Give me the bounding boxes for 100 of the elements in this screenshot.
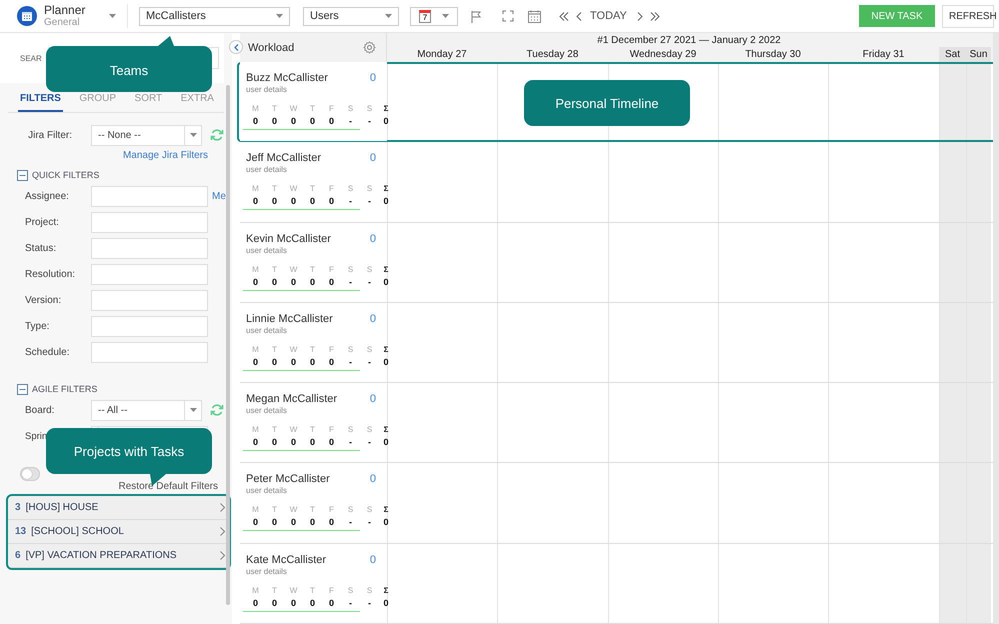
weekday-letter: M	[251, 505, 260, 516]
field-label: Schedule:	[24, 346, 70, 358]
collapse-icon[interactable]	[17, 170, 28, 180]
field-label: Jira Filter:	[27, 130, 73, 140]
day-cell[interactable]	[939, 142, 966, 222]
scrollbar[interactable]	[226, 85, 230, 605]
day-cell[interactable]	[939, 222, 966, 302]
filter-input[interactable]	[91, 238, 208, 258]
day-cell[interactable]	[939, 62, 966, 142]
week-title: #1 December 27 2021 — January 2 2022	[597, 35, 781, 46]
day-cell[interactable]	[939, 302, 966, 382]
day-cell[interactable]	[939, 383, 966, 462]
day-cell[interactable]	[966, 383, 991, 462]
workload-value: -	[348, 517, 353, 530]
workload-value: -	[348, 196, 353, 208]
workload-value: -	[348, 116, 353, 128]
refresh-icon[interactable]	[210, 128, 224, 142]
workload-sum: 0	[382, 437, 390, 450]
workload-value: -	[367, 356, 372, 369]
me-link[interactable]: Me	[212, 190, 226, 202]
weekday-letter: S	[366, 184, 374, 196]
user-name[interactable]: Megan McCallister	[246, 393, 338, 406]
day-cell[interactable]	[939, 544, 966, 623]
day-header: Monday 27	[416, 48, 468, 62]
day-cell[interactable]	[966, 302, 991, 382]
user-name[interactable]: Peter McCallister	[246, 473, 330, 486]
user-name[interactable]: Kate McCallister	[246, 554, 326, 566]
day-cell[interactable]	[966, 544, 991, 623]
view-select[interactable]: Users	[303, 6, 399, 26]
day-cell[interactable]	[966, 142, 991, 222]
filter-input[interactable]	[91, 342, 208, 362]
next-button[interactable]	[636, 12, 643, 20]
weekday-letter: S	[346, 264, 354, 276]
day-cell[interactable]	[966, 222, 991, 302]
filter-input[interactable]	[91, 316, 208, 336]
caret-icon	[385, 14, 392, 18]
date-picker[interactable]: 7	[410, 6, 458, 26]
chevron-right-icon	[220, 503, 225, 512]
filter-input[interactable]	[91, 186, 208, 206]
day-cell[interactable]	[966, 62, 991, 142]
restore-default-filters-link[interactable]: Restore Default Filters	[118, 481, 218, 492]
chevron-right-icon	[636, 12, 643, 20]
settings-icon[interactable]	[363, 41, 376, 54]
weekday-letter: F	[328, 344, 335, 356]
team-select[interactable]: McCallisters	[139, 6, 290, 26]
weekday-letter: T	[309, 264, 316, 276]
weekday-letter: T	[271, 104, 278, 115]
field-label: Assignee:	[24, 190, 70, 202]
workload-title: Workload	[248, 42, 294, 54]
user-name[interactable]: Kevin McCallister	[246, 232, 331, 245]
board-select[interactable]: -- All --	[91, 400, 202, 420]
workload-value: 0	[290, 116, 297, 128]
day-cell[interactable]	[966, 463, 991, 543]
jira-filter-select[interactable]: -- None --	[91, 124, 202, 146]
project-item[interactable]: 3 [HOUS] HOUSE	[8, 496, 229, 520]
user-details: user details	[246, 165, 288, 174]
day-cell[interactable]	[939, 463, 966, 543]
workload-value: 0	[328, 196, 335, 208]
workload-value: 0	[252, 598, 259, 610]
workload-value: 0	[290, 598, 297, 610]
weekday-letter: S	[366, 264, 374, 276]
project-item[interactable]: 13 [SCHOOL] SCHOOL	[8, 520, 229, 544]
weekday-letter: W	[288, 264, 298, 276]
caret-icon	[190, 408, 196, 412]
weekday-letter: F	[328, 104, 335, 115]
filter-input[interactable]	[91, 290, 208, 310]
workload-value: 0	[252, 356, 259, 369]
workload-value: 0	[252, 116, 259, 128]
filter-input[interactable]	[91, 264, 208, 284]
user-name[interactable]: Linnie McCallister	[246, 312, 333, 325]
weekday-letter: F	[328, 184, 335, 196]
manage-jira-filters-link[interactable]: Manage Jira Filters	[122, 150, 208, 161]
weekday-letter: T	[309, 505, 316, 516]
weekday-letter: F	[328, 586, 335, 597]
workload-value: 0	[270, 276, 278, 289]
refresh-icon[interactable]	[210, 403, 224, 417]
toggle-switch[interactable]	[20, 467, 40, 481]
weekday-letter: T	[309, 586, 316, 597]
filter-input[interactable]	[91, 212, 208, 232]
collapse-icon[interactable]	[17, 384, 28, 394]
workload-value: 0	[308, 598, 316, 610]
user-name[interactable]: Buzz McCallister	[246, 72, 328, 84]
workload-value: 0	[328, 276, 335, 289]
weekday-letter: S	[346, 425, 354, 436]
today-button[interactable]: TODAY	[584, 10, 633, 22]
workload-value: -	[348, 437, 353, 450]
calendar-button[interactable]	[528, 10, 541, 22]
fullscreen-button[interactable]	[502, 10, 514, 22]
task-count: 0	[370, 473, 376, 486]
first-button[interactable]	[559, 12, 569, 20]
weekday-letter: W	[288, 425, 298, 436]
previous-button[interactable]	[576, 12, 582, 20]
sum-symbol: Σ	[382, 505, 390, 516]
project-item[interactable]: 6 [VP] VACATION PREPARATIONS	[8, 544, 229, 568]
workload-sum: 0	[382, 196, 390, 208]
last-button[interactable]	[650, 12, 660, 20]
user-name[interactable]: Jeff McCallister	[246, 152, 321, 164]
refresh-button[interactable]: REFRESH	[942, 4, 994, 28]
workload-value: -	[348, 356, 353, 369]
flag-button[interactable]	[470, 10, 483, 22]
